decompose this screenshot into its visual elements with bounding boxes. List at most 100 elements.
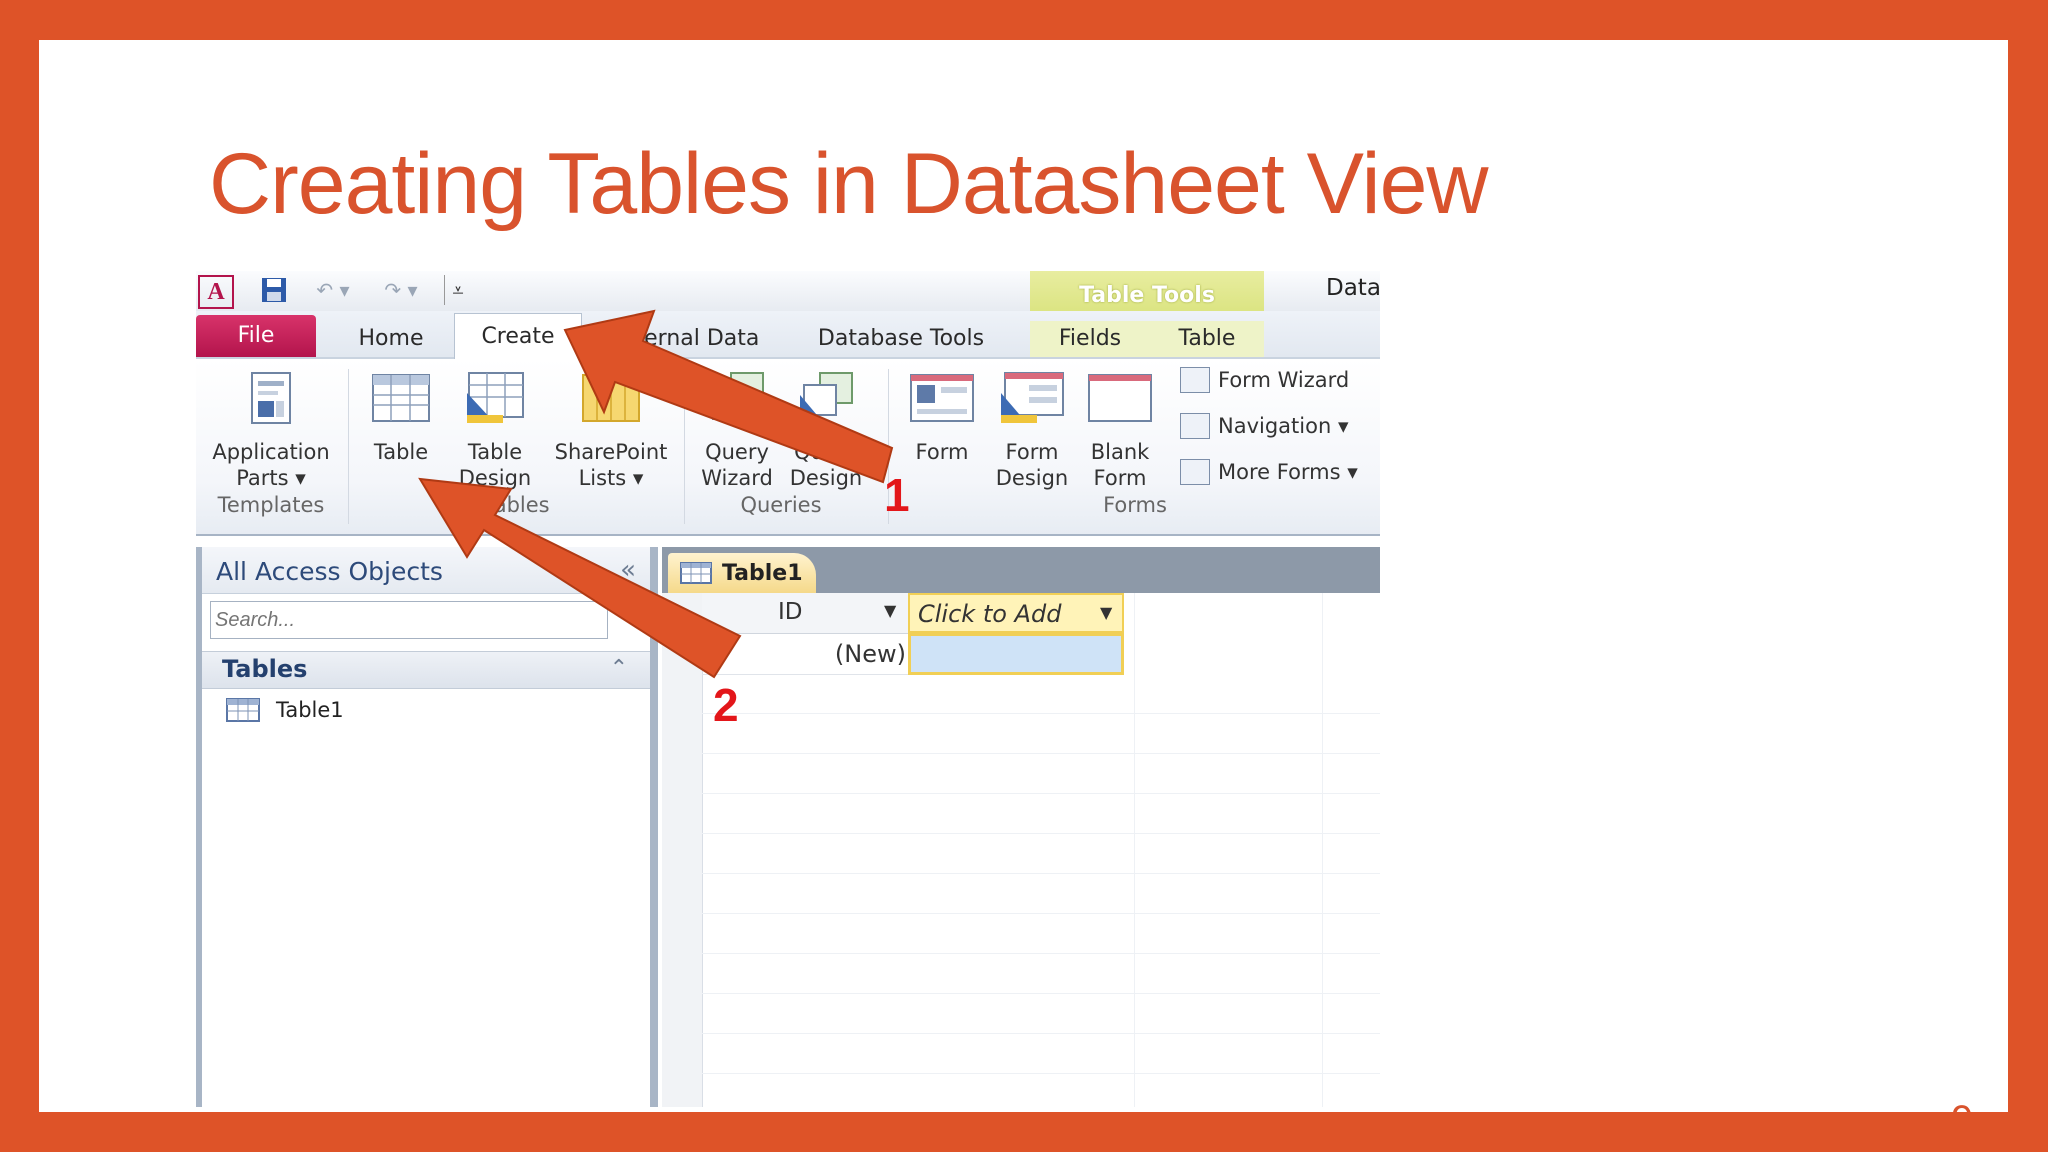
form-design-icon — [988, 371, 1076, 431]
form-design-button[interactable]: Form Design — [988, 371, 1076, 491]
more-forms-button[interactable]: More Forms ▾ — [1180, 459, 1358, 485]
customize-icon[interactable]: ⩡ — [444, 275, 471, 305]
group-separator — [684, 369, 685, 524]
table-design-icon — [454, 371, 536, 431]
doc-tab-table1[interactable]: Table1 — [668, 553, 816, 593]
page-number: 9 — [1951, 1098, 1973, 1112]
sharepoint-lists-label-1: SharePoint — [554, 440, 668, 464]
navigation-pane: All Access Objects « Tables ⌃ Table1 — [196, 547, 658, 1107]
group-templates-label: Templates — [217, 493, 325, 517]
query-wizard-button[interactable]: Query Wizard — [696, 371, 778, 491]
active-cell[interactable] — [908, 633, 1124, 675]
query-design-label-2: Design — [789, 466, 863, 490]
click-to-add-label: Click to Add — [918, 600, 1062, 628]
slide-title: Creating Tables in Datasheet View — [209, 136, 1488, 232]
column-header-id[interactable]: ID ▼ — [702, 593, 909, 634]
form-wizard-label: Form Wizard — [1218, 368, 1350, 392]
query-wizard-label-1: Query — [705, 440, 769, 464]
column-header-id-label: ID — [778, 599, 803, 625]
nav-item-label: Table1 — [276, 698, 344, 722]
query-wizard-icon — [696, 371, 778, 431]
application-parts-icon — [206, 371, 336, 431]
table-button[interactable]: Table — [366, 371, 436, 465]
grid-line — [1134, 593, 1135, 1107]
navigation-button[interactable]: Navigation ▾ — [1180, 413, 1348, 439]
query-wizard-label-2: Wizard — [701, 466, 773, 490]
step-2-number: 2 — [713, 679, 739, 731]
grid-line — [702, 953, 1380, 954]
collapse-icon[interactable]: « — [620, 555, 636, 585]
form-button-label: Form — [915, 440, 969, 464]
form-button[interactable]: Form — [902, 371, 982, 465]
access-app-icon[interactable]: A — [198, 275, 234, 309]
column-header-click-to-add[interactable]: Click to Add ▼ — [908, 593, 1124, 633]
tab-table[interactable]: Table — [1150, 321, 1264, 357]
tab-create[interactable]: Create — [454, 313, 582, 360]
sharepoint-lists-button[interactable]: SharePoint Lists ▾ — [546, 371, 676, 491]
grid-line — [702, 993, 1380, 994]
more-forms-icon — [1180, 459, 1210, 485]
tab-data-partial[interactable]: Data — [1326, 275, 1380, 301]
tab-database-tools[interactable]: Database Tools — [806, 321, 996, 357]
grid-line — [702, 713, 1380, 714]
step-1-number: 1 — [884, 469, 910, 521]
form-design-label-2: Design — [995, 466, 1069, 490]
form-icon — [902, 371, 982, 431]
row-selector-column[interactable] — [662, 593, 703, 1107]
tab-external-data[interactable]: External Data — [596, 321, 772, 357]
search-input[interactable] — [210, 601, 608, 639]
form-wizard-icon — [1180, 367, 1210, 393]
grid-line — [1322, 593, 1323, 1107]
grid-line — [702, 833, 1380, 834]
sharepoint-lists-label-2: Lists ▾ — [578, 466, 644, 490]
application-parts-label-1: Application — [212, 440, 330, 464]
tables-section-header[interactable]: Tables ⌃ — [202, 651, 650, 689]
document-area: Table1 ID ▼ Click to Add ▼ (New) — [662, 547, 1380, 1107]
table-design-button[interactable]: Table Design — [454, 371, 536, 491]
dropdown-arrow-icon[interactable]: ▼ — [1100, 603, 1112, 622]
grid-line — [702, 913, 1380, 914]
new-record-id-cell[interactable]: (New) — [702, 633, 908, 675]
form-wizard-button[interactable]: Form Wizard — [1180, 367, 1349, 393]
table-icon — [680, 562, 712, 584]
blank-form-button[interactable]: Blank Form — [1080, 371, 1160, 491]
document-tabs: Table1 — [662, 547, 1380, 593]
grid-line — [702, 1073, 1380, 1074]
table-icon — [366, 371, 436, 431]
table-design-label-2: Design — [458, 466, 532, 490]
undo-icon[interactable]: ↶ ▾ — [308, 275, 358, 305]
table-button-label: Table — [373, 440, 429, 464]
application-parts-label-2: Parts ▾ — [236, 466, 306, 490]
nav-item-table1[interactable]: Table1 — [226, 693, 344, 727]
doc-tab-label: Table1 — [722, 560, 803, 586]
navigation-label: Navigation ▾ — [1218, 414, 1349, 438]
tab-file[interactable]: File — [196, 315, 316, 357]
query-design-icon — [784, 371, 868, 431]
tables-section-label: Tables — [222, 655, 308, 683]
chevron-up-icon[interactable]: ⌃ — [610, 656, 628, 681]
application-parts-button[interactable]: Application Parts ▾ — [206, 371, 336, 491]
group-queries-label: Queries — [740, 493, 822, 517]
table-design-label-1: Table — [467, 440, 523, 464]
dropdown-arrow-icon[interactable]: ▼ — [884, 601, 896, 620]
table-icon — [226, 698, 260, 722]
group-separator — [348, 369, 349, 524]
redo-icon[interactable]: ↷ ▾ — [376, 275, 426, 305]
grid-line — [702, 1033, 1380, 1034]
more-forms-label: More Forms ▾ — [1218, 460, 1358, 484]
nav-pane-title[interactable]: All Access Objects — [216, 557, 443, 586]
ribbon-tabs: File Home Create External Data Database … — [196, 311, 1380, 360]
datasheet-grid: ID ▼ Click to Add ▼ (New) — [662, 593, 1380, 1107]
nav-pane-header[interactable]: All Access Objects « — [202, 547, 650, 594]
save-icon[interactable] — [258, 275, 290, 305]
tab-fields[interactable]: Fields — [1030, 321, 1150, 357]
tab-home[interactable]: Home — [336, 321, 446, 357]
blank-form-icon — [1080, 371, 1160, 431]
access-screenshot: A ↶ ▾ ↷ ▾ ⩡ Table Tools Data File Home C… — [196, 271, 1380, 1107]
query-design-label-1: Query — [794, 440, 858, 464]
ribbon: Application Parts ▾ Templates Table Tabl… — [196, 359, 1380, 536]
query-design-button[interactable]: Query Design — [784, 371, 868, 491]
blank-form-label-2: Form — [1093, 466, 1147, 490]
group-tables-label: Tables — [484, 493, 550, 517]
grid-line — [702, 793, 1380, 794]
